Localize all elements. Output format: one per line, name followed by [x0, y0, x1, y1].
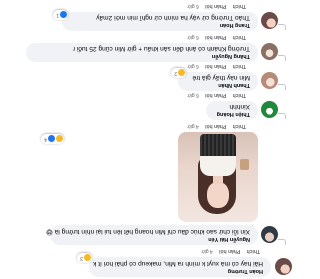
- reply-thread-icon: [278, 84, 286, 90]
- comment-time: 6 giờ: [187, 34, 199, 40]
- comment-text: Thảo Trường cứ vậy ha mình cứ nghĩ min m…: [96, 14, 250, 21]
- like-reaction-icon: [48, 135, 55, 143]
- like-link[interactable]: Thích: [233, 63, 246, 69]
- reaction-summary[interactable]: 1: [53, 10, 68, 20]
- like-reaction-icon: [60, 11, 67, 19]
- reply-thread-icon: [278, 24, 286, 30]
- commenter-name[interactable]: Trang Hoàn: [70, 21, 250, 28]
- comment-bubble: Thanh Nhân Min này thấy giả trê: [178, 72, 258, 91]
- comment-text: Trường Khánh có ảnh đến sản khấu + giờ M…: [72, 45, 250, 52]
- reaction-count: 4: [44, 136, 47, 142]
- comment-thread-screenshot: Hoàn Trường Hải hay có mà xuyt k mình ra…: [0, 0, 300, 279]
- photo-neck: [213, 176, 223, 184]
- rotated-content: Hoàn Trường Hải hay có mà xuyt k mình ra…: [0, 0, 300, 279]
- comment-time: 6 giờ: [187, 63, 199, 69]
- comment-text: Min này thấy giả trê: [192, 74, 250, 81]
- commenter-name[interactable]: Nguyễn Hải Yến: [58, 235, 250, 242]
- comment-time: 4 giờ: [187, 123, 199, 129]
- comment-actions: Thích Phản hồi 4 giờ: [182, 123, 246, 129]
- commenter-avatar[interactable]: [261, 226, 278, 243]
- commenter-avatar[interactable]: [275, 258, 292, 275]
- reaction-summary[interactable]: 3: [77, 253, 92, 263]
- commenter-avatar[interactable]: [261, 43, 278, 60]
- comment-text: Hải hay có mà xuyt k mình ra Min, makeup…: [93, 260, 263, 267]
- comment-actions: Thích Phản hồi 6 giờ: [182, 63, 246, 69]
- comment-time: 4 giờ: [201, 248, 213, 254]
- reply-link[interactable]: Phản hồi: [205, 92, 226, 98]
- commenter-avatar[interactable]: [261, 12, 278, 29]
- reaction-summary[interactable]: 2: [171, 68, 186, 78]
- comment-bubble: Thăng Nguyễn Trường Khánh có ảnh đến sản…: [26, 43, 258, 62]
- comment-actions: Thích Phản hồi 6 giờ: [182, 34, 246, 40]
- like-link[interactable]: Thích: [233, 123, 246, 129]
- comment-bubble: Nguyễn Hải Yến Xin lỗi chứ sao khúc đầu …: [45, 225, 258, 245]
- reaction-count: 1: [56, 12, 59, 18]
- comment-text: Xinhhh: [229, 103, 250, 110]
- reaction-summary[interactable]: 4: [41, 134, 64, 144]
- photo-face: [207, 182, 229, 208]
- comment-bubble: Thiện Hoàng Xinhhh: [206, 101, 258, 120]
- comment-actions: Thích Phản hồi 6 giờ: [182, 3, 246, 9]
- commenter-name[interactable]: Thiện Hoàng: [214, 110, 250, 117]
- haha-reaction-icon: [178, 69, 185, 77]
- haha-reaction-icon: [56, 135, 63, 143]
- photo-skirt: [200, 134, 236, 156]
- reply-link[interactable]: Phản hồi: [205, 34, 226, 40]
- comment-actions: Thích Phản hồi 6 giờ: [182, 92, 246, 98]
- photo-top: [200, 154, 236, 176]
- reply-thread-icon: [278, 239, 286, 245]
- comment-bubble: Trang Hoàn Thảo Trường cứ vậy ha mình cứ…: [62, 12, 258, 31]
- like-link[interactable]: Thích: [233, 34, 246, 40]
- comment-bubble: Hoàn Trường Hải hay có mà xuyt k mình ra…: [89, 257, 271, 277]
- haha-reaction-icon: [84, 254, 91, 262]
- like-link[interactable]: Thích: [233, 92, 246, 98]
- reply-link[interactable]: Phản hồi: [205, 123, 226, 129]
- reply-link[interactable]: Phản hồi: [219, 248, 240, 254]
- commenter-name[interactable]: Thanh Nhân: [186, 81, 250, 88]
- reply-thread-icon: [278, 113, 286, 119]
- reply-link[interactable]: Phản hồi: [205, 63, 226, 69]
- commenter-avatar[interactable]: [261, 101, 278, 118]
- comment-time: 6 giờ: [187, 3, 199, 9]
- comment-actions: Thích Phản hồi 4 giờ: [196, 248, 260, 254]
- like-link[interactable]: Thích: [233, 3, 246, 9]
- reply-link[interactable]: Phản hồi: [205, 3, 226, 9]
- like-link[interactable]: Thích: [247, 248, 260, 254]
- comment-time: 6 giờ: [187, 92, 199, 98]
- commenter-name[interactable]: Thăng Nguyễn: [34, 52, 250, 59]
- attached-photo[interactable]: [178, 132, 258, 222]
- commenter-name[interactable]: Hoàn Trường: [97, 267, 263, 274]
- reaction-count: 2: [174, 70, 177, 76]
- reaction-count: 3: [80, 255, 83, 261]
- commenter-avatar[interactable]: [261, 72, 278, 89]
- photo-cup: [240, 159, 249, 170]
- comment-text: Xin lỗi chứ sao khúc đầu chỉ Min hoang h…: [45, 228, 250, 235]
- reply-thread-icon: [278, 55, 286, 61]
